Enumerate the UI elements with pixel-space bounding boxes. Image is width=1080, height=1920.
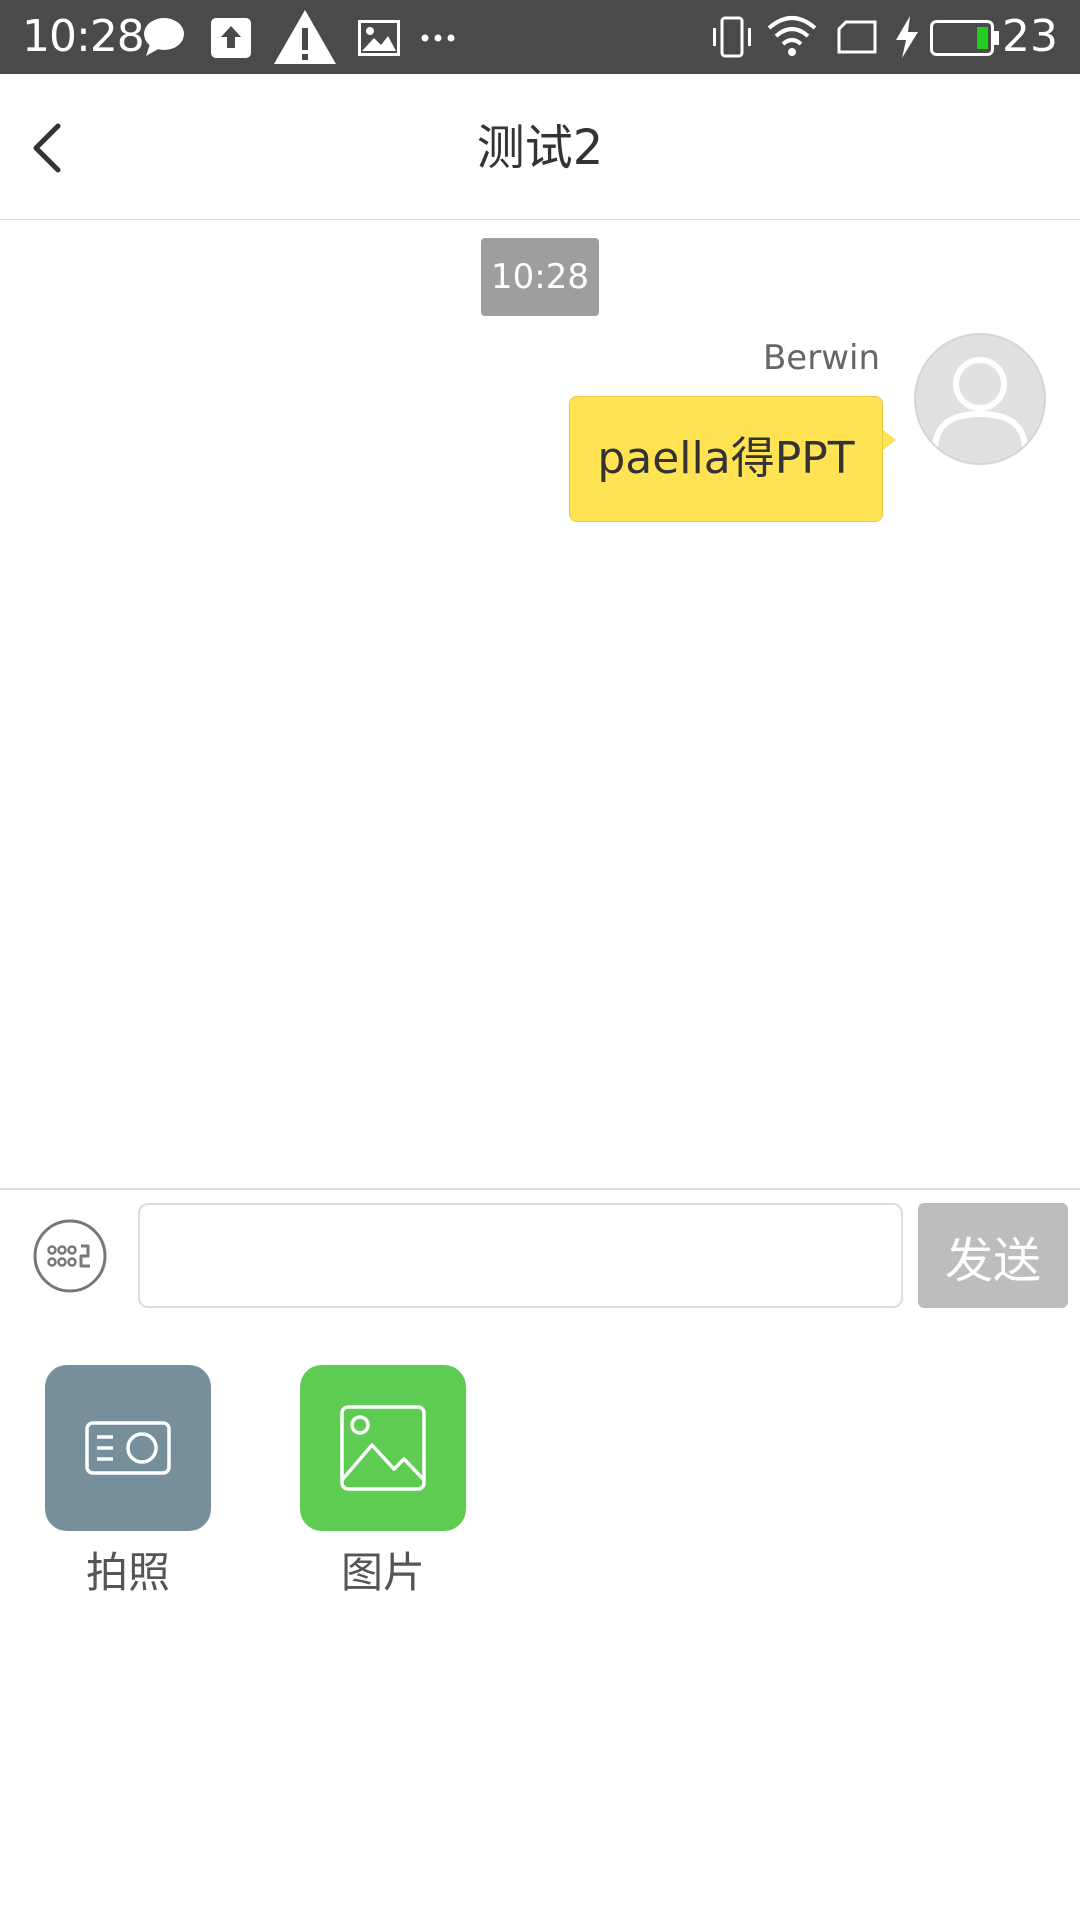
more-notifications-icon [421,34,455,42]
upload-icon [211,18,251,58]
user-avatar-icon [914,333,1046,465]
send-button[interactable]: 发送 [918,1203,1068,1308]
camera-icon [85,1421,171,1475]
message-timestamp: 10:28 [481,238,599,316]
status-bar: 10:28 23 [0,0,1080,74]
camera-button[interactable] [45,1365,211,1531]
battery-level: 23 [1002,11,1058,62]
image-icon [340,1405,426,1491]
message-text: paella得PPT [597,433,855,484]
composer-divider [0,1188,1080,1190]
header: 测试2 [0,74,1080,220]
message-input[interactable] [138,1203,903,1308]
message-bubble[interactable]: paella得PPT [569,396,883,522]
page-title: 测试2 [476,120,604,176]
keyboard-toggle-button[interactable] [32,1218,108,1294]
camera-label: 拍照 [85,1548,170,1597]
avatar[interactable] [913,332,1047,466]
image-notification-icon [358,20,400,56]
message-notification-icon [144,18,184,56]
warning-icon [274,10,336,64]
bubble-tail [883,430,896,450]
sender-name: Berwin [762,338,880,378]
battery-icon [930,20,999,56]
image-label: 图片 [340,1548,425,1597]
keyboard-icon [33,1219,107,1293]
charging-icon [896,16,918,58]
wifi-icon [767,16,817,56]
vibrate-icon [713,16,751,58]
sim-card-icon [837,20,877,54]
image-picker-button[interactable] [300,1365,466,1531]
status-time: 10:28 [22,11,145,62]
